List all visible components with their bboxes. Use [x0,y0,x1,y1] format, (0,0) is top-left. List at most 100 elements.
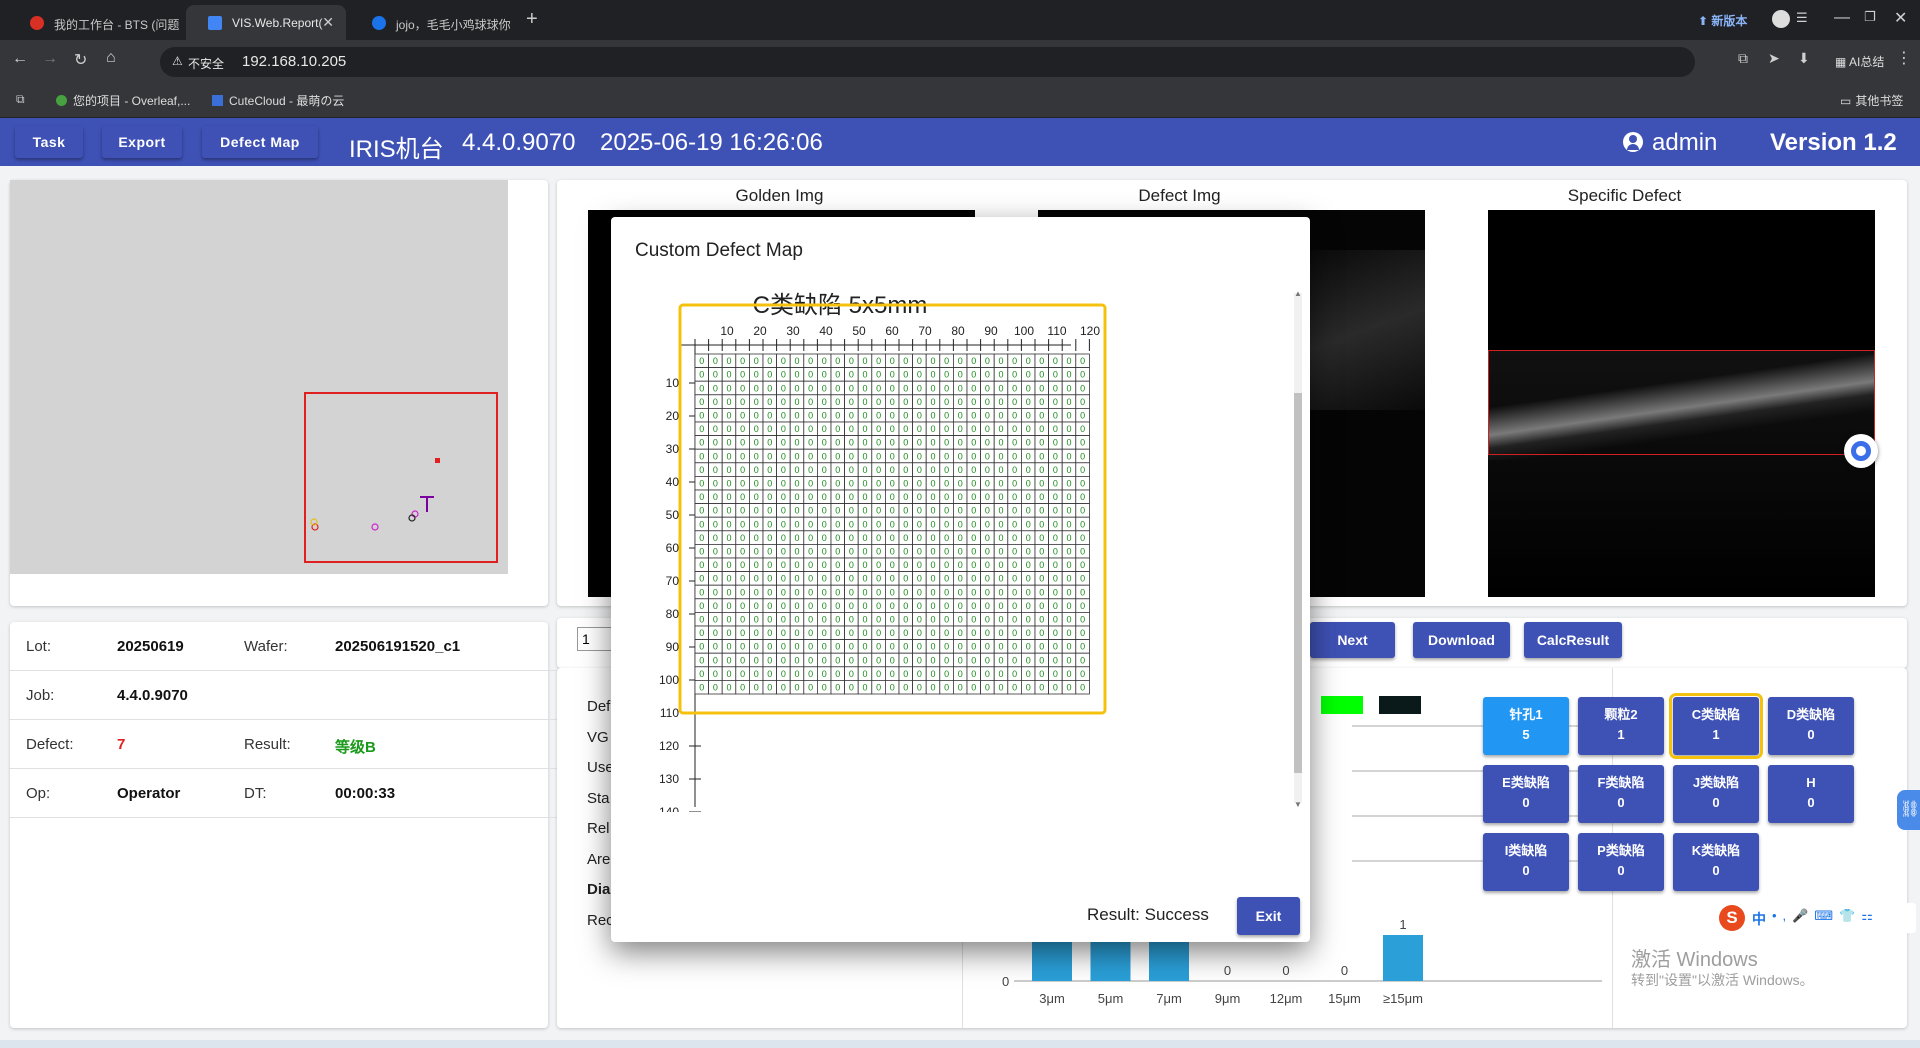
map-cell-value: 0 [740,519,745,529]
bookmark-overleaf[interactable]: 您的项目 - Overleaf,... [56,92,190,109]
defect-type-button[interactable]: F类缺陷 0 [1578,765,1664,823]
tab-bts[interactable]: 我的工作台 - BTS (问题 [8,5,183,40]
side-link-icon[interactable]: ⛓ [1897,790,1920,830]
send-icon[interactable]: ➤ [1768,50,1780,67]
scrollbar-track[interactable]: ▲ ▼ [1294,289,1302,809]
scrollbar-thumb[interactable] [1294,393,1302,773]
url-text[interactable]: 192.168.10.205 [242,53,346,70]
minimize-icon[interactable]: — [1834,9,1850,27]
ai-summary-button[interactable]: ▦ AI总结 [1835,53,1884,70]
bar[interactable] [1090,941,1131,981]
defect-type-button[interactable]: D类缺陷 0 [1768,697,1854,755]
map-cell-value: 0 [930,655,935,665]
warning-icon[interactable]: ⚠ [172,54,183,68]
more-menu-icon[interactable]: ⋮ [1896,48,1912,68]
not-secure-label[interactable]: 不安全 [188,55,224,72]
map-cell-value: 0 [890,601,895,611]
map-cell-value: 0 [1066,683,1071,693]
reload-icon[interactable]: ↻ [74,50,87,70]
close-tab-icon[interactable]: ✕ [322,14,334,31]
defect-type-name: K类缺陷 [1691,843,1741,858]
map-scroll-area[interactable]: C类缺陷 5x5mm 10 20 30 40 50 60 70 80 90 100 110 120 10 2… [611,287,1291,812]
map-cell-value: 0 [1039,356,1044,366]
other-bookmarks[interactable]: ▭ 其他书签 [1840,92,1903,109]
username: admin [1652,129,1718,156]
map-cell-value: 0 [1066,628,1071,638]
map-cell-value: 0 [998,506,1003,516]
apps-icon[interactable]: ⧉ [16,92,25,107]
map-cell-value: 0 [985,479,990,489]
map-cell-value: 0 [1080,492,1085,502]
bookmark-cutecloud[interactable]: CuteCloud - 最萌の云 [212,92,344,109]
map-cell-value: 0 [781,574,786,584]
defect-type-button[interactable]: I类缺陷 0 [1483,833,1569,891]
map-cell-value: 0 [903,397,908,407]
restore-icon[interactable]: ❐ [1864,9,1876,25]
map-cell-value: 0 [754,574,759,584]
map-cell-value: 0 [781,356,786,366]
bar[interactable] [1032,941,1072,981]
bar[interactable] [1149,941,1189,981]
defect-img-title: Defect Img [1138,186,1221,205]
defect-type-button[interactable]: H0 [1768,765,1854,823]
map-cell-value: 0 [808,628,813,638]
map-cell-value: 0 [890,506,895,516]
map-cell-value: 0 [903,669,908,679]
scroll-down-icon[interactable]: ▼ [1294,800,1302,809]
new-tab-icon[interactable]: + [526,8,538,31]
task-button[interactable]: Task [15,126,83,158]
specific-defect-image[interactable] [1488,210,1875,597]
ime-tools-icon[interactable]: •,🎤⌨👕⚏ [1772,908,1879,924]
ime-mode[interactable]: 中 [1752,909,1766,929]
defect-type-button[interactable]: E类缺陷 0 [1483,765,1569,823]
map-cell-value: 0 [944,506,949,516]
map-cell-value: 0 [740,492,745,502]
export-button[interactable]: Export [102,126,182,158]
map-cell-value: 0 [958,615,963,625]
map-cell-value: 0 [781,438,786,448]
map-cell-value: 0 [917,574,922,584]
tab-jojo[interactable]: jojo，毛毛小鸡球球你 [350,5,520,40]
x-tick-label: 60 [885,324,899,338]
menu-icon[interactable]: ☰ [1796,10,1808,26]
map-cell-value: 0 [740,411,745,421]
scroll-up-icon[interactable]: ▲ [1294,289,1302,298]
window-close-icon[interactable]: ✕ [1894,8,1907,28]
defect-type-button[interactable]: 针孔1 5 [1483,697,1569,755]
x-tick-label: 20 [753,324,767,338]
profile-avatar[interactable] [1772,10,1790,28]
extensions-icon[interactable]: ⧉ [1738,50,1748,67]
defect-type-button[interactable]: C类缺陷 1 [1669,693,1763,759]
wafer-map[interactable] [10,180,508,574]
calc-result-button[interactable]: CalcResult [1524,622,1622,658]
map-cell-value: 0 [794,574,799,584]
map-cell-value: 0 [767,628,772,638]
ime-toolbar[interactable]: S 中 •,🎤⌨👕⚏ [1716,903,1916,933]
new-version-badge[interactable]: ⬆ 新版本 [1698,12,1747,29]
bar[interactable] [1383,935,1423,981]
map-cell-value: 0 [903,438,908,448]
map-cell-value: 0 [1012,492,1017,502]
defect-marker[interactable] [435,458,440,463]
download-button[interactable]: Download [1413,622,1510,658]
map-cell-value: 0 [917,615,922,625]
defect-type-button[interactable]: J类缺陷 0 [1673,765,1759,823]
assistant-float-button[interactable] [1844,434,1878,468]
defect-type-button[interactable]: 颗粒2 1 [1578,697,1664,755]
home-icon[interactable]: ⌂ [106,49,116,67]
defect-map-button[interactable]: Defect Map [202,126,318,158]
address-bar[interactable]: ⚠ 不安全 192.168.10.205 [160,47,1695,77]
sogou-logo-icon[interactable]: S [1719,905,1745,931]
back-icon[interactable]: ← [12,50,28,68]
exit-button[interactable]: Exit [1237,897,1300,935]
download-icon[interactable]: ⬇ [1798,50,1810,67]
defect-type-button[interactable]: P类缺陷 0 [1578,833,1664,891]
map-cell-value: 0 [1053,628,1058,638]
map-cell-value: 0 [958,683,963,693]
map-cell-value: 0 [1026,411,1031,421]
forward-icon[interactable]: → [42,50,58,68]
tab-report[interactable]: VIS.Web.Report( ✕ [186,5,346,40]
map-cell-value: 0 [767,370,772,380]
next-button[interactable]: Next [1310,622,1395,658]
defect-type-button[interactable]: K类缺陷 0 [1673,833,1759,891]
